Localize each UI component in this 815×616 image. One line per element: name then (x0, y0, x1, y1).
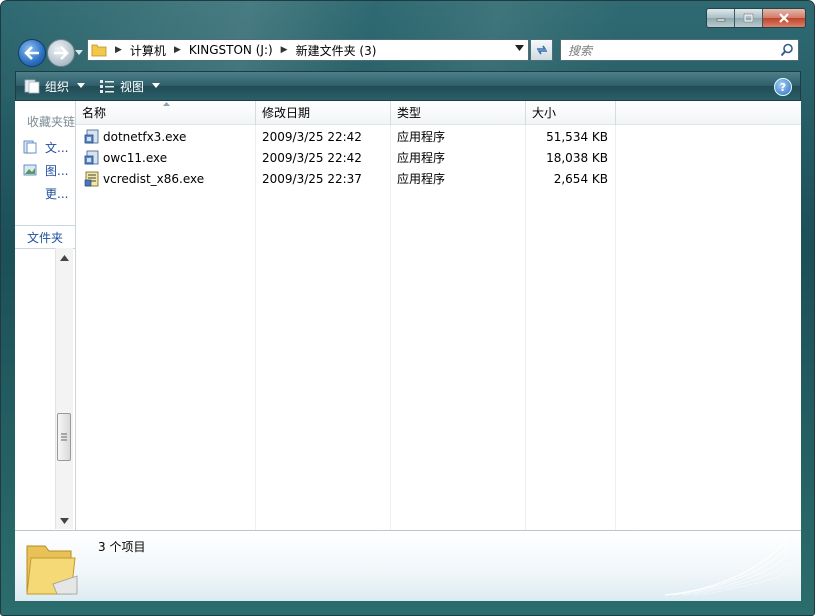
search-input[interactable]: 搜索 (568, 42, 780, 59)
file-modified: 2009/3/25 22:37 (262, 171, 362, 186)
search-icon[interactable] (780, 43, 794, 57)
breadcrumb-separator[interactable]: ▶ (281, 45, 288, 55)
help-icon: ? (779, 80, 787, 94)
scroll-up-icon[interactable] (60, 254, 69, 263)
column-header-empty (616, 101, 801, 125)
organize-icon (24, 79, 40, 94)
file-list: 名称 修改日期 类型 大小 dotnetfx3.exe 2009/3/25 22… (76, 101, 801, 530)
chevron-down-icon (77, 83, 86, 88)
recent-pages-dropdown[interactable] (74, 48, 84, 58)
breadcrumb-separator[interactable]: ▶ (174, 45, 181, 55)
folder-icon (91, 44, 107, 57)
sort-ascending-icon (163, 102, 170, 106)
maximize-icon (743, 13, 754, 23)
file-row[interactable]: vcredist_x86.exe 2009/3/25 22:37 应用程序 2,… (76, 168, 801, 189)
caption-buttons (706, 8, 806, 28)
installer-icon (84, 150, 99, 164)
header-separator[interactable] (390, 101, 391, 125)
header-separator[interactable] (255, 101, 256, 125)
nav-link-label: 文... (45, 140, 69, 155)
back-arrow-icon (24, 46, 39, 60)
file-row[interactable]: dotnetfx3.exe 2009/3/25 22:42 应用程序 51,53… (76, 126, 801, 147)
search-box[interactable]: 搜索 (560, 39, 799, 61)
scroll-down-icon[interactable] (60, 516, 69, 525)
nav-link-pictures[interactable]: 图... (23, 161, 68, 179)
forward-button[interactable] (47, 39, 75, 67)
nav-scrollbar[interactable] (55, 248, 73, 529)
file-name-cell: dotnetfx3.exe (84, 126, 186, 147)
file-size: 18,038 KB (546, 150, 608, 165)
close-icon (779, 13, 789, 23)
column-header-name[interactable]: 名称 (76, 101, 255, 125)
file-type: 应用程序 (397, 151, 446, 165)
chevron-down-icon (75, 50, 83, 55)
chevron-down-icon[interactable] (152, 83, 161, 89)
decorative-swoosh-icon (664, 538, 789, 596)
file-name: dotnetfx3.exe (103, 129, 187, 144)
scroll-thumb[interactable] (57, 413, 71, 461)
navigation-pane: 收藏夹链 文... 图... 更... 文件夹 (15, 101, 76, 530)
column-header-modified[interactable]: 修改日期 (256, 101, 390, 125)
refresh-icon (536, 45, 547, 55)
breadcrumb-computer[interactable]: 计算机 (130, 42, 166, 59)
organize-button[interactable]: 组织 (24, 78, 86, 95)
file-size: 51,534 KB (546, 129, 608, 144)
file-name-cell: vcredist_x86.exe (84, 168, 204, 189)
maximize-button[interactable] (735, 9, 763, 27)
explorer-window: ▶ 计算机 ▶ KINGSTON (J:) ▶ 新建文件夹 (3) 搜索 组织 (0, 0, 815, 616)
breadcrumb-drive[interactable]: KINGSTON (J:) (189, 43, 273, 57)
folder-icon (26, 545, 78, 595)
forward-arrow-icon (54, 46, 69, 60)
refresh-button[interactable] (530, 39, 553, 61)
nav-link-more[interactable]: 更... (45, 184, 68, 202)
file-type: 应用程序 (397, 172, 446, 186)
breadcrumb-folder[interactable]: 新建文件夹 (3) (296, 42, 377, 59)
file-name: owc11.exe (103, 150, 168, 165)
header-separator[interactable] (615, 101, 616, 125)
help-button[interactable]: ? (774, 78, 792, 96)
file-size: 2,654 KB (553, 171, 608, 186)
nav-link-documents[interactable]: 文... (23, 138, 68, 156)
views-icon (100, 80, 115, 93)
minimize-icon (716, 18, 725, 22)
column-header-label: 大小 (532, 106, 557, 120)
address-dropdown-icon[interactable] (515, 45, 524, 52)
column-header-label: 修改日期 (262, 106, 311, 120)
installer-icon (84, 129, 99, 143)
column-header-size[interactable]: 大小 (526, 101, 615, 125)
views-label: 视图 (120, 79, 145, 94)
nav-link-label: 更... (45, 186, 69, 201)
column-header-type[interactable]: 类型 (391, 101, 525, 125)
file-modified: 2009/3/25 22:42 (262, 150, 362, 165)
setup-icon (84, 171, 99, 186)
address-bar[interactable]: ▶ 计算机 ▶ KINGSTON (J:) ▶ 新建文件夹 (3) (87, 39, 529, 61)
nav-link-label: 图... (45, 163, 69, 178)
header-separator[interactable] (525, 101, 526, 125)
breadcrumb-separator: ▶ (115, 45, 122, 55)
minimize-button[interactable] (707, 9, 735, 27)
back-button[interactable] (18, 39, 46, 67)
file-row[interactable]: owc11.exe 2009/3/25 22:42 应用程序 18,038 KB (76, 147, 801, 168)
column-header-label: 类型 (397, 106, 422, 120)
documents-icon (23, 140, 37, 154)
file-name: vcredist_x86.exe (103, 171, 205, 186)
grip-icon (61, 433, 67, 441)
folders-toggle[interactable]: 文件夹 (15, 225, 75, 249)
column-header-label: 名称 (82, 106, 107, 120)
views-button[interactable]: 视图 (99, 78, 161, 95)
folders-label: 文件夹 (27, 230, 64, 245)
item-count: 3 个项目 (98, 540, 146, 554)
command-bar: 组织 视图 ? (15, 71, 801, 101)
details-pane: 3 个项目 (15, 530, 801, 601)
content-area: 收藏夹链 文... 图... 更... 文件夹 名称 修改日期 类型 大小 do… (15, 101, 801, 530)
favorite-links-header: 收藏夹链 (27, 115, 76, 129)
file-type: 应用程序 (397, 130, 446, 144)
pictures-icon (23, 164, 37, 176)
file-modified: 2009/3/25 22:42 (262, 129, 362, 144)
file-name-cell: owc11.exe (84, 147, 167, 168)
close-button[interactable] (763, 9, 805, 27)
organize-label: 组织 (45, 79, 70, 94)
